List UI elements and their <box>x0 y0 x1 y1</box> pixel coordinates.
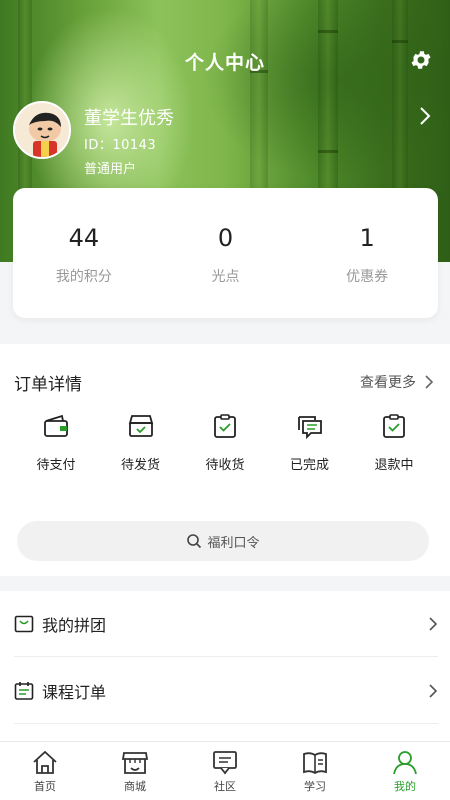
menu-item-course-orders[interactable]: 课程订单 <box>14 658 438 724</box>
tab-label: 社区 <box>214 780 236 793</box>
search-placeholder: 福利口令 <box>207 535 260 551</box>
order-pending-payment[interactable]: 待支付 <box>14 412 98 473</box>
calendar-list-icon <box>14 681 34 700</box>
clipboard-check-icon <box>214 414 236 438</box>
order-refunding[interactable]: 退款中 <box>352 412 436 473</box>
user-type: 普通用户 <box>84 162 137 177</box>
order-status-label: 待发货 <box>120 458 160 473</box>
tab-store[interactable]: 商城 <box>90 742 180 800</box>
book-icon <box>303 752 327 775</box>
stat-coupons[interactable]: 1 优惠券 <box>296 188 438 318</box>
menu-item-label: 我的拼团 <box>42 615 107 635</box>
tab-label: 商城 <box>124 780 146 793</box>
page-title: 个人中心 <box>184 52 265 74</box>
shopping-bag-icon <box>14 615 34 632</box>
menu-item-label: 课程订单 <box>42 682 107 702</box>
bamboo-node <box>318 30 338 33</box>
store-icon <box>121 752 149 774</box>
user-id: ID：10143 <box>84 138 157 153</box>
user-icon <box>393 751 417 775</box>
stat-value: 1 <box>359 224 375 252</box>
tab-community[interactable]: 社区 <box>180 742 270 800</box>
stats-card: 44 我的积分 0 光点 1 优惠券 <box>13 188 438 318</box>
orders-section: 订单详情 查看更多 待支付 待发货 待收货 已完成 退款中 福利口令 <box>0 344 450 576</box>
bamboo-node <box>318 150 338 153</box>
stat-light-points[interactable]: 0 光点 <box>155 188 297 318</box>
tab-study[interactable]: 学习 <box>270 742 360 800</box>
search-icon <box>187 534 202 549</box>
chevron-right-icon[interactable] <box>415 104 435 128</box>
order-status-label: 退款中 <box>374 458 414 473</box>
tab-label: 学习 <box>304 780 326 793</box>
stat-points[interactable]: 44 我的积分 <box>13 188 155 318</box>
stat-label: 优惠券 <box>346 269 389 285</box>
wallet-icon <box>44 414 68 437</box>
menu-item-group-buy[interactable]: 我的拼团 <box>14 591 438 657</box>
bamboo-node <box>392 40 408 43</box>
stat-label: 我的积分 <box>55 269 112 285</box>
order-pending-shipment[interactable]: 待发货 <box>99 412 183 473</box>
menu-list: 我的拼团 课程订单 <box>0 591 450 741</box>
box-icon <box>128 415 153 437</box>
tab-label: 首页 <box>34 780 56 793</box>
avatar[interactable] <box>13 101 71 159</box>
chevron-right-icon <box>425 375 434 389</box>
gear-icon[interactable] <box>409 48 433 72</box>
order-pending-receipt[interactable]: 待收货 <box>183 412 267 473</box>
community-icon <box>213 751 237 775</box>
orders-title: 订单详情 <box>14 375 82 395</box>
view-more-link[interactable]: 查看更多 <box>360 372 434 392</box>
tab-home[interactable]: 首页 <box>0 742 90 800</box>
chevron-right-icon <box>429 616 438 631</box>
stat-value: 44 <box>68 224 100 252</box>
stat-label: 光点 <box>211 269 240 285</box>
stat-value: 0 <box>217 224 234 252</box>
coupon-code-search[interactable]: 福利口令 <box>17 521 429 561</box>
order-completed[interactable]: 已完成 <box>268 412 352 473</box>
view-more-label: 查看更多 <box>360 375 416 391</box>
order-status-label: 待收货 <box>205 458 245 473</box>
chevron-right-icon <box>429 683 438 698</box>
order-status-label: 已完成 <box>289 458 329 473</box>
tab-label: 我的 <box>394 780 416 793</box>
tab-me[interactable]: 我的 <box>360 742 450 800</box>
bottom-tab-bar: 首页 商城 社区 学习 我的 <box>0 741 450 800</box>
clipboard-check-icon <box>383 414 405 438</box>
home-icon <box>33 750 57 774</box>
order-status-label: 待支付 <box>36 458 76 473</box>
message-list-icon <box>297 416 322 440</box>
username: 董学生优秀 <box>84 108 174 129</box>
